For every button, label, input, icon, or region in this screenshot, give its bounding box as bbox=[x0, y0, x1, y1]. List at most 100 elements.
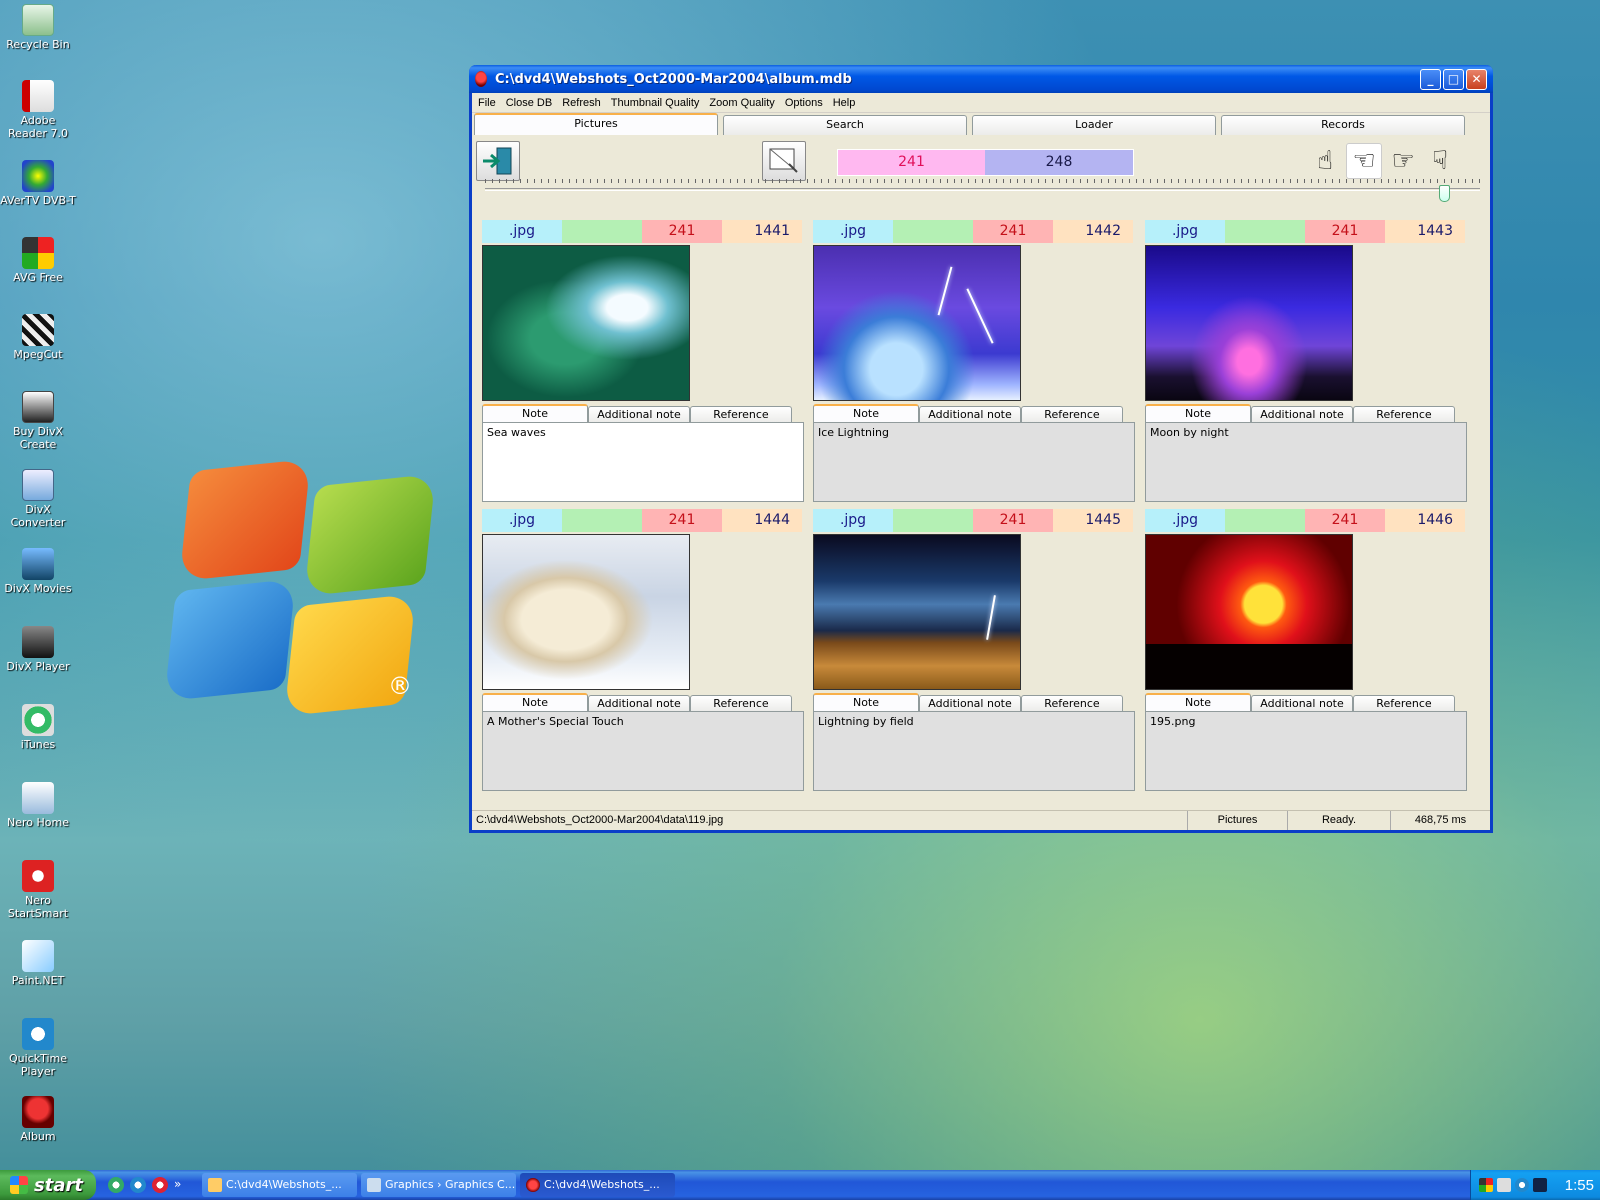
start-button[interactable]: start bbox=[0, 1170, 96, 1200]
desktop-icon-itunes[interactable]: iTunes bbox=[0, 704, 76, 751]
taskbar-item-album[interactable]: C:\dvd4\Webshots_... bbox=[520, 1173, 675, 1197]
quicktime-icon bbox=[22, 1018, 54, 1050]
desktop-icon-album[interactable]: Album bbox=[0, 1096, 76, 1143]
note-text[interactable]: 195.png bbox=[1145, 711, 1467, 791]
note-text[interactable]: A Mother's Special Touch bbox=[482, 711, 804, 791]
menu-file[interactable]: File bbox=[474, 97, 502, 109]
picture-ext: .jpg bbox=[482, 220, 562, 243]
clock[interactable]: 1:55 bbox=[1565, 1177, 1594, 1194]
note-text[interactable]: Moon by night bbox=[1145, 422, 1467, 502]
picture-group: 241 bbox=[642, 509, 722, 532]
note-tab[interactable]: Note bbox=[482, 404, 588, 422]
menu-help[interactable]: Help bbox=[829, 97, 862, 109]
note-tab[interactable]: Note bbox=[813, 404, 919, 422]
album-window: C:\dvd4\Webshots_Oct2000-Mar2004\album.m… bbox=[469, 65, 1493, 833]
quick-launch-more-icon[interactable]: » bbox=[174, 1177, 181, 1193]
thumbnail-moon-by-night[interactable] bbox=[1145, 245, 1353, 401]
additional-note-tab[interactable]: Additional note bbox=[1251, 695, 1353, 711]
note-text[interactable]: Sea waves bbox=[482, 422, 804, 502]
minimize-button[interactable]: _ bbox=[1420, 68, 1441, 90]
slider-thumb[interactable] bbox=[1439, 185, 1450, 202]
picture-id: 1446 bbox=[1385, 509, 1465, 532]
tab-search[interactable]: Search bbox=[723, 115, 967, 135]
volume-tray-icon[interactable] bbox=[1533, 1178, 1547, 1192]
menu-options[interactable]: Options bbox=[781, 97, 829, 109]
picture-id: 1445 bbox=[1053, 509, 1133, 532]
additional-note-tab[interactable]: Additional note bbox=[588, 406, 690, 422]
note-tab[interactable]: Note bbox=[813, 693, 919, 711]
additional-note-tab[interactable]: Additional note bbox=[919, 695, 1021, 711]
picture-flag bbox=[893, 509, 973, 532]
desktop-icon-mpegcut[interactable]: MpegCut bbox=[0, 314, 76, 361]
desktop-icon-divx-player[interactable]: DivX Player bbox=[0, 626, 76, 673]
desktop-icon-avg[interactable]: AVG Free bbox=[0, 237, 76, 284]
hand-right-button[interactable]: ☞ bbox=[1385, 143, 1421, 179]
desktop-icon-quicktime[interactable]: QuickTime Player bbox=[0, 1018, 76, 1078]
reference-tab[interactable]: Reference bbox=[690, 695, 792, 711]
desktop-icon-recycle-bin[interactable]: Recycle Bin bbox=[0, 4, 76, 51]
status-bar: C:\dvd4\Webshots_Oct2000-Mar2004\data\11… bbox=[472, 810, 1490, 830]
picture-header: .jpg 241 1446 bbox=[1145, 509, 1467, 532]
note-tab[interactable]: Note bbox=[1145, 404, 1251, 422]
desktop-icon-paintnet[interactable]: Paint.NET bbox=[0, 940, 76, 987]
maximize-button[interactable]: □ bbox=[1443, 68, 1464, 90]
quicktime-tray-icon[interactable] bbox=[1515, 1178, 1529, 1192]
note-tab[interactable]: Note bbox=[1145, 693, 1251, 711]
thumbnail-polar-bears[interactable] bbox=[482, 534, 690, 690]
desktop-icon-nero-startsmart[interactable]: Nero StartSmart bbox=[0, 860, 76, 920]
additional-note-tab[interactable]: Additional note bbox=[588, 695, 690, 711]
tab-pictures[interactable]: Pictures bbox=[474, 113, 718, 135]
reference-tab[interactable]: Reference bbox=[1021, 695, 1123, 711]
close-button[interactable]: ✕ bbox=[1466, 68, 1487, 90]
reference-tab[interactable]: Reference bbox=[1353, 406, 1455, 422]
menu-close-db[interactable]: Close DB bbox=[502, 97, 558, 109]
windows-flag-icon bbox=[10, 1176, 28, 1194]
media-icon[interactable] bbox=[152, 1177, 168, 1193]
desktop-icon-divx-movies[interactable]: DivX Movies bbox=[0, 548, 76, 595]
picture-header: .jpg 241 1445 bbox=[813, 509, 1135, 532]
thumbnail-sunset-lighthouse[interactable] bbox=[1145, 534, 1353, 690]
desktop-icon-divx-converter[interactable]: DivX Converter bbox=[0, 469, 76, 529]
tab-loader[interactable]: Loader bbox=[972, 115, 1216, 135]
taskbar-item-explorer[interactable]: C:\dvd4\Webshots_... bbox=[202, 1173, 357, 1197]
menu-refresh[interactable]: Refresh bbox=[558, 97, 607, 109]
exit-door-button[interactable] bbox=[476, 141, 520, 181]
tab-records[interactable]: Records bbox=[1221, 115, 1465, 135]
picture-ext: .jpg bbox=[813, 509, 893, 532]
nero-home-icon bbox=[22, 782, 54, 814]
network-tray-icon[interactable] bbox=[1497, 1178, 1511, 1192]
hand-left-button[interactable]: ☜ bbox=[1346, 143, 1382, 179]
divx-player-icon bbox=[22, 626, 54, 658]
additional-note-tab[interactable]: Additional note bbox=[919, 406, 1021, 422]
thumbnail-lightning-field[interactable] bbox=[813, 534, 1021, 690]
menu-thumbnail-quality[interactable]: Thumbnail Quality bbox=[607, 97, 706, 109]
taskbar-item-graphics[interactable]: Graphics › Graphics C... bbox=[361, 1173, 516, 1197]
desktop-icon-adobe-reader[interactable]: Adobe Reader 7.0 bbox=[0, 80, 76, 140]
desktop-icon-avertv[interactable]: AVerTV DVB-T bbox=[0, 160, 76, 207]
internet-explorer-icon[interactable] bbox=[130, 1177, 146, 1193]
show-desktop-icon[interactable] bbox=[108, 1177, 124, 1193]
menu-zoom-quality[interactable]: Zoom Quality bbox=[705, 97, 780, 109]
taskbar: start » C:\dvd4\Webshots_... Graphics › … bbox=[0, 1170, 1600, 1200]
thumbnail-sea-waves[interactable] bbox=[482, 245, 690, 401]
desktop-icon-buy-divx[interactable]: Buy DivX Create bbox=[0, 391, 76, 451]
note-text[interactable]: Ice Lightning bbox=[813, 422, 1135, 502]
additional-note-tab[interactable]: Additional note bbox=[1251, 406, 1353, 422]
picture-group: 241 bbox=[973, 509, 1053, 532]
desktop-icon-nero-home[interactable]: Nero Home bbox=[0, 782, 76, 829]
note-text[interactable]: Lightning by field bbox=[813, 711, 1135, 791]
reference-tab[interactable]: Reference bbox=[1021, 406, 1123, 422]
picture-flag bbox=[1225, 220, 1305, 243]
hand-up-button[interactable]: ☝ bbox=[1307, 143, 1343, 179]
avg-tray-icon[interactable] bbox=[1479, 1178, 1493, 1192]
itunes-icon bbox=[22, 704, 54, 736]
thumbnail-ice-lightning[interactable] bbox=[813, 245, 1021, 401]
hand-down-button[interactable]: ☟ bbox=[1422, 143, 1458, 179]
page-slider[interactable] bbox=[485, 179, 1480, 202]
reference-tab[interactable]: Reference bbox=[1353, 695, 1455, 711]
quick-launch: » bbox=[108, 1177, 198, 1193]
thumbnail-view-button[interactable] bbox=[762, 141, 806, 181]
reference-tab[interactable]: Reference bbox=[690, 406, 792, 422]
window-titlebar[interactable]: C:\dvd4\Webshots_Oct2000-Mar2004\album.m… bbox=[469, 65, 1493, 93]
note-tab[interactable]: Note bbox=[482, 693, 588, 711]
